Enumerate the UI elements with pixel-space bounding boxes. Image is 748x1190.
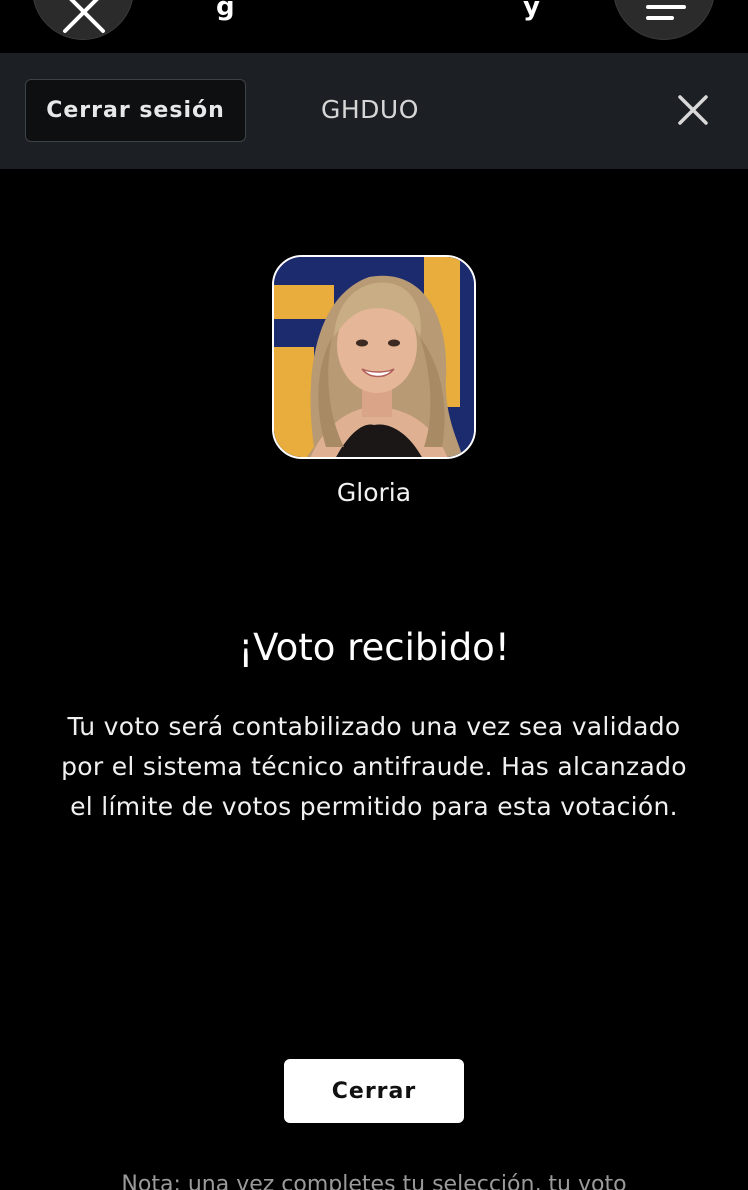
candidate-photo	[272, 255, 476, 459]
footer-note: Nota: una vez completes tu selección, tu…	[121, 1172, 627, 1190]
top-header: g y	[0, 0, 748, 53]
vote-confirmation-screen: g y Cerrar sesión GHDUO Gloria ¡Voto rec…	[0, 0, 748, 1190]
candidate-name: Gloria	[336, 478, 412, 507]
menu-icon	[646, 5, 686, 20]
close-icon[interactable]	[674, 91, 712, 129]
header-close-button[interactable]	[32, 0, 134, 40]
header-title-fragment: g	[216, 0, 235, 22]
close-icon	[63, 0, 105, 33]
session-bar: Cerrar sesión GHDUO	[0, 53, 748, 169]
confirmation-message: Tu voto será contabilizado una vez sea v…	[61, 712, 687, 821]
confirmation-title: ¡Voto recibido!	[238, 626, 510, 669]
candidate-portrait	[274, 257, 474, 457]
header-title-fragment: y	[523, 0, 540, 22]
logout-button[interactable]: Cerrar sesión	[25, 79, 246, 142]
header-menu-button[interactable]	[613, 0, 715, 40]
user-code: GHDUO	[321, 95, 419, 124]
close-button[interactable]: Cerrar	[284, 1059, 464, 1123]
